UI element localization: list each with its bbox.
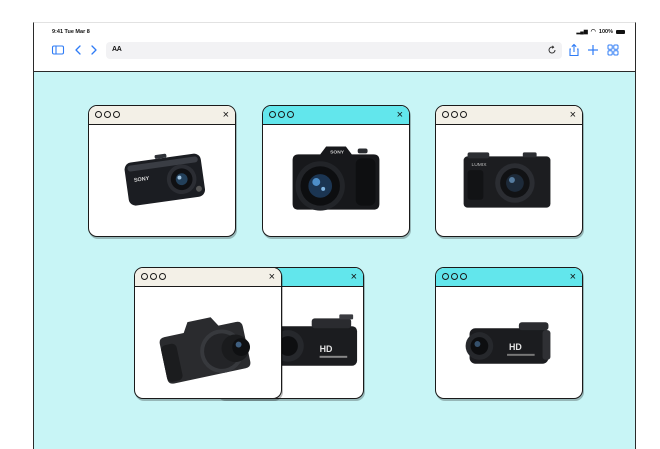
window-dot-icon[interactable] (442, 273, 449, 280)
reload-icon[interactable] (546, 44, 558, 56)
close-button[interactable]: × (351, 271, 357, 283)
status-indicators: ▂▄▆ ◠ 100% (576, 28, 625, 35)
window-titlebar: × (263, 106, 409, 125)
forward-chevron-icon[interactable] (87, 43, 101, 57)
tablet-screen: 9:41 Tue Mar 8 ▂▄▆ ◠ 100% AA × SONY × SO… (33, 22, 636, 449)
window-dot-icon[interactable] (150, 273, 157, 280)
window-dot-icon[interactable] (95, 111, 102, 118)
tab-overview-icon[interactable] (606, 43, 620, 57)
window-titlebar: × (89, 106, 235, 125)
camcorder-hd-text: HD (320, 344, 333, 354)
window-dot-icon[interactable] (104, 111, 111, 118)
sidebar-toggle-icon[interactable] (51, 43, 65, 57)
window-dot-icon[interactable] (460, 273, 467, 280)
window-titlebar: × (135, 268, 281, 287)
camera-window-3[interactable]: × LUMIX (435, 105, 583, 237)
camera-window-1[interactable]: × SONY (88, 105, 236, 237)
window-dot-icon[interactable] (460, 111, 467, 118)
status-bar: 9:41 Tue Mar 8 ▂▄▆ ◠ 100% (34, 23, 635, 39)
window-controls (141, 273, 166, 280)
wifi-icon: ◠ (590, 29, 596, 35)
window-dot-icon[interactable] (141, 273, 148, 280)
window-controls (442, 111, 467, 118)
window-dot-icon[interactable] (278, 111, 285, 118)
camera-window-5[interactable]: × (134, 267, 282, 399)
close-button[interactable]: × (570, 271, 576, 283)
window-dot-icon[interactable] (287, 111, 294, 118)
camera-window-6[interactable]: × HD (435, 267, 583, 399)
camera-brand-text: LUMIX (472, 162, 488, 168)
camera-brand-text: SONY (330, 149, 345, 155)
close-button[interactable]: × (223, 109, 229, 121)
window-controls (442, 273, 467, 280)
back-chevron-icon[interactable] (71, 43, 85, 57)
reader-aa-button[interactable]: AA (112, 46, 122, 53)
window-dot-icon[interactable] (451, 273, 458, 280)
window-dot-icon[interactable] (269, 111, 276, 118)
close-button[interactable]: × (570, 109, 576, 121)
window-dot-icon[interactable] (451, 111, 458, 118)
window-dot-icon[interactable] (113, 111, 120, 118)
camcorder-hd-text: HD (509, 342, 522, 352)
window-dot-icon[interactable] (159, 273, 166, 280)
hd-camcorder-image: HD (436, 288, 582, 398)
window-dot-icon[interactable] (442, 111, 449, 118)
camera-window-2[interactable]: × SONY (262, 105, 410, 237)
share-icon[interactable] (567, 43, 581, 57)
lumix-compact-camera-image: LUMIX (436, 126, 582, 236)
browser-toolbar: AA (34, 40, 635, 60)
close-button[interactable]: × (269, 271, 275, 283)
bridge-sony-camera-image: SONY (263, 126, 409, 236)
status-time: 9:41 Tue Mar 8 (52, 29, 90, 35)
window-controls (95, 111, 120, 118)
window-controls (269, 111, 294, 118)
new-tab-plus-icon[interactable] (586, 43, 600, 57)
window-titlebar: × (436, 106, 582, 125)
close-button[interactable]: × (397, 109, 403, 121)
compact-sony-camera-image: SONY (89, 126, 235, 236)
dslr-camera-image (135, 288, 281, 398)
address-bar[interactable]: AA (106, 42, 562, 59)
cellular-signal-icon: ▂▄▆ (576, 28, 588, 35)
window-titlebar: × (436, 268, 582, 287)
web-content: × SONY × SONY × LUMIX × HD × × HD (34, 72, 635, 449)
battery-icon (616, 29, 625, 34)
battery-percent: 100% (598, 28, 613, 35)
